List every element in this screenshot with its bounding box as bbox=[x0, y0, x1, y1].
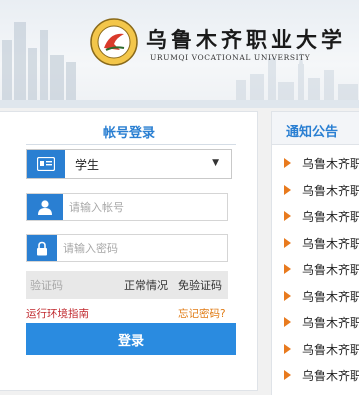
bullet-arrow-icon bbox=[284, 370, 291, 380]
captcha-skip-link[interactable]: 免验证码 bbox=[178, 277, 222, 293]
bullet-arrow-icon bbox=[284, 158, 291, 168]
notice-item-text: 乌鲁木齐职 bbox=[302, 342, 359, 357]
notice-item-text: 乌鲁木齐职 bbox=[302, 263, 359, 277]
notice-panel: 通知公告 乌鲁木齐职 乌鲁木齐职 乌鲁木齐职 乌鲁木齐职 乌鲁木齐职 乌鲁木齐职… bbox=[271, 111, 359, 395]
captcha-input[interactable] bbox=[30, 275, 120, 295]
environment-guide-link[interactable]: 运行环境指南 bbox=[26, 306, 89, 321]
notice-item-text: 乌鲁木齐职 bbox=[302, 157, 359, 171]
role-select-value: 学生 bbox=[75, 158, 100, 172]
id-card-icon bbox=[27, 150, 65, 178]
notice-list: 乌鲁木齐职 乌鲁木齐职 乌鲁木齐职 乌鲁木齐职 乌鲁木齐职 乌鲁木齐职 乌鲁木齐… bbox=[272, 152, 359, 391]
password-input[interactable] bbox=[63, 238, 213, 258]
username-field bbox=[26, 193, 228, 221]
notice-item[interactable]: 乌鲁木齐职 bbox=[272, 258, 359, 285]
bullet-arrow-icon bbox=[284, 184, 291, 195]
captcha-status: 正常情况 bbox=[124, 279, 168, 292]
notice-item[interactable]: 乌鲁木齐职 bbox=[272, 285, 359, 312]
notice-item-text: 乌鲁木齐职 bbox=[302, 316, 359, 330]
bullet-arrow-icon bbox=[284, 290, 291, 301]
chevron-down-icon: ▼ bbox=[212, 158, 219, 168]
notice-item[interactable]: 乌鲁木齐职 bbox=[272, 364, 359, 391]
notice-item-text: 乌鲁木齐职 bbox=[302, 210, 359, 224]
login-panel: 帐号登录 学生 ▼ 请输入帐号 验证码 正常情况 免验证码 运行环境指南 忘记密… bbox=[0, 111, 258, 391]
notice-item[interactable]: 乌鲁木齐职 bbox=[272, 232, 359, 259]
login-title: 帐号登录 bbox=[102, 126, 155, 141]
bullet-arrow-icon bbox=[284, 343, 291, 354]
notice-item-text: 乌鲁木齐职 bbox=[302, 369, 359, 383]
bullet-arrow-icon bbox=[284, 211, 291, 221]
role-select[interactable]: 学生 ▼ bbox=[26, 149, 232, 179]
login-button[interactable]: 登录 bbox=[26, 323, 236, 355]
notice-item-text: 乌鲁木齐职 bbox=[302, 183, 359, 198]
password-field bbox=[26, 234, 228, 262]
school-name-cn: 乌鲁木齐职业大学 bbox=[146, 27, 346, 52]
lock-icon bbox=[27, 235, 57, 261]
notice-item-text: 乌鲁木齐职 bbox=[302, 289, 359, 304]
notice-title: 通知公告 bbox=[286, 125, 339, 140]
user-icon bbox=[27, 194, 63, 220]
bullet-arrow-icon bbox=[284, 237, 291, 248]
school-name-en: URUMQI VOCATIONAL UNIVERSITY bbox=[150, 53, 311, 62]
forgot-password-link[interactable]: 忘记密码? bbox=[178, 306, 226, 321]
notice-item[interactable]: 乌鲁木齐职 bbox=[272, 311, 359, 338]
bullet-arrow-icon bbox=[284, 264, 291, 274]
bullet-arrow-icon bbox=[284, 317, 291, 327]
university-logo-icon bbox=[90, 18, 138, 66]
username-input[interactable] bbox=[69, 197, 219, 217]
notice-item[interactable]: 乌鲁木齐职 bbox=[272, 179, 359, 206]
notice-header: 通知公告 bbox=[272, 112, 359, 145]
notice-item-text: 乌鲁木齐职 bbox=[302, 236, 359, 251]
notice-item[interactable]: 乌鲁木齐职 bbox=[272, 338, 359, 365]
title-divider bbox=[26, 144, 236, 145]
captcha-row: 正常情况 免验证码 bbox=[26, 271, 228, 299]
notice-item[interactable]: 乌鲁木齐职 bbox=[272, 152, 359, 179]
notice-item[interactable]: 乌鲁木齐职 bbox=[272, 205, 359, 232]
header-banner: 乌鲁木齐职业大学 URUMQI VOCATIONAL UNIVERSITY bbox=[0, 0, 359, 108]
